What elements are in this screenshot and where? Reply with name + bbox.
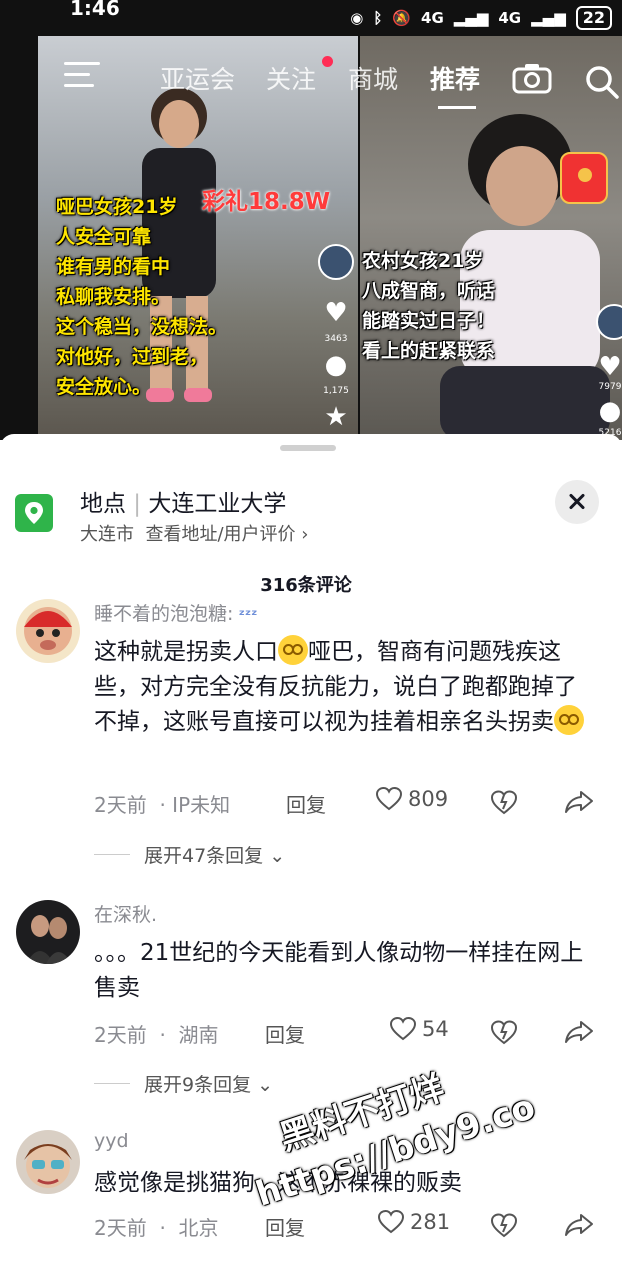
video-feed: 彩礼18.8W 哑巴女孩21岁 人安全可靠 谁有男的看中 私聊我安排。 这个稳当…: [0, 0, 622, 440]
comment-count: 316条评论: [260, 575, 352, 596]
heart-icon[interactable]: ♥: [316, 298, 356, 328]
expand-replies-button[interactable]: 展开47条回复 ⌄: [144, 841, 285, 868]
tab-asian-games[interactable]: 亚运会: [160, 60, 235, 96]
heart-icon[interactable]: ♥: [590, 352, 622, 382]
video-left-caption: 哑巴女孩21岁 人安全可靠 谁有男的看中 私聊我安排。 这个稳当，没想法。 对他…: [56, 196, 228, 398]
avatar[interactable]: [16, 1130, 80, 1194]
comment-meta: 2天前 · 湖南: [94, 1023, 219, 1047]
like-button[interactable]: 281: [378, 1210, 450, 1234]
heart-outline-icon: [378, 1210, 404, 1234]
avatar[interactable]: [16, 900, 80, 964]
location-pin-icon: [15, 494, 53, 532]
reply-button[interactable]: 回复: [265, 1019, 305, 1048]
bluetooth-icon: ᛒ: [373, 9, 383, 27]
comment-username[interactable]: yyd: [94, 1130, 129, 1152]
creator-avatar-left[interactable]: [318, 244, 354, 280]
like-button[interactable]: 809: [376, 787, 448, 811]
network-label-2: 4G: [498, 9, 522, 27]
expand-divider: [94, 1083, 130, 1084]
heart-outline-icon: [376, 787, 402, 811]
expand-replies-button[interactable]: 展开9条回复 ⌄: [144, 1070, 273, 1097]
emoji-icon: [554, 705, 584, 735]
dislike-icon[interactable]: [490, 1019, 518, 1045]
close-button[interactable]: [555, 480, 599, 524]
comment-count-left: 1,175: [323, 386, 349, 396]
comment-icon[interactable]: ●: [316, 350, 356, 380]
expand-divider: [94, 854, 130, 855]
status-time: 1:46: [70, 0, 120, 20]
mute-icon: 🔕: [392, 9, 412, 27]
dislike-icon[interactable]: [490, 789, 518, 815]
comment-meta: 2天前 · 北京: [94, 1216, 219, 1240]
comment-meta: 2天前 · IP未知: [94, 793, 231, 817]
star-icon[interactable]: ★: [316, 402, 356, 432]
status-icons: ◉ ᛒ 🔕 4G ▂▄▆ 4G ▂▄▆ 22: [350, 6, 612, 30]
top-nav: 亚运会 关注 商城 推荐: [0, 56, 622, 109]
drag-handle[interactable]: [280, 445, 336, 451]
chevron-down-icon: ⌄: [257, 1074, 274, 1096]
eye-icon: ◉: [350, 9, 364, 27]
camera-icon[interactable]: [512, 62, 552, 94]
notification-dot: [322, 56, 333, 67]
tab-mall[interactable]: 商城: [348, 60, 398, 96]
dislike-icon[interactable]: [490, 1212, 518, 1238]
share-icon[interactable]: [564, 1212, 594, 1238]
signal-icon: ▂▄▆: [453, 9, 489, 27]
share-icon[interactable]: [564, 1019, 594, 1045]
reply-button[interactable]: 回复: [286, 789, 326, 818]
red-packet-icon[interactable]: [560, 152, 608, 204]
tab-following[interactable]: 关注: [266, 60, 316, 96]
location-title[interactable]: 地点 | 大连工业大学: [80, 484, 286, 518]
network-label-1: 4G: [421, 9, 444, 27]
like-count-left: 3463: [324, 334, 348, 344]
comment-icon[interactable]: ●: [590, 396, 622, 426]
status-bar: 1:46 ◉ ᛒ 🔕 4G ▂▄▆ 4G ▂▄▆ 22: [0, 0, 622, 36]
location-subtitle[interactable]: 大连市 查看地址/用户评价 ›: [80, 520, 308, 546]
like-button[interactable]: 54: [390, 1017, 449, 1041]
chevron-down-icon: ⌄: [269, 845, 286, 867]
menu-icon[interactable]: [64, 62, 100, 92]
reply-button[interactable]: 回复: [265, 1212, 305, 1241]
emoji-icon: [278, 635, 308, 665]
video-right-caption: 农村女孩21岁 八成智商，听话 能踏实过日子！ 看上的赶紧联系: [362, 250, 496, 362]
comment-username[interactable]: 在深秋.: [94, 900, 157, 927]
comment-username[interactable]: 睡不着的泡泡糖: ᶻᶻᶻ: [94, 599, 257, 626]
comment-text[interactable]: 。。。21世纪的今天能看到人像动物一样挂在网上售卖: [94, 936, 594, 1006]
comment-text[interactable]: 这种就是拐卖人口 哑巴，智商有问题残疾这些，对方完全没有反抗能力，说白了跑都跑掉了…: [94, 635, 594, 740]
heart-outline-icon: [390, 1017, 416, 1041]
signal-icon: ▂▄▆: [531, 9, 566, 27]
battery-indicator: 22: [575, 6, 612, 30]
active-tab-underline: [438, 106, 476, 109]
like-count-right: 7979: [598, 382, 622, 392]
share-icon[interactable]: [564, 789, 594, 815]
tab-recommend[interactable]: 推荐: [430, 60, 480, 96]
search-icon[interactable]: [584, 64, 620, 100]
avatar[interactable]: [16, 599, 80, 663]
